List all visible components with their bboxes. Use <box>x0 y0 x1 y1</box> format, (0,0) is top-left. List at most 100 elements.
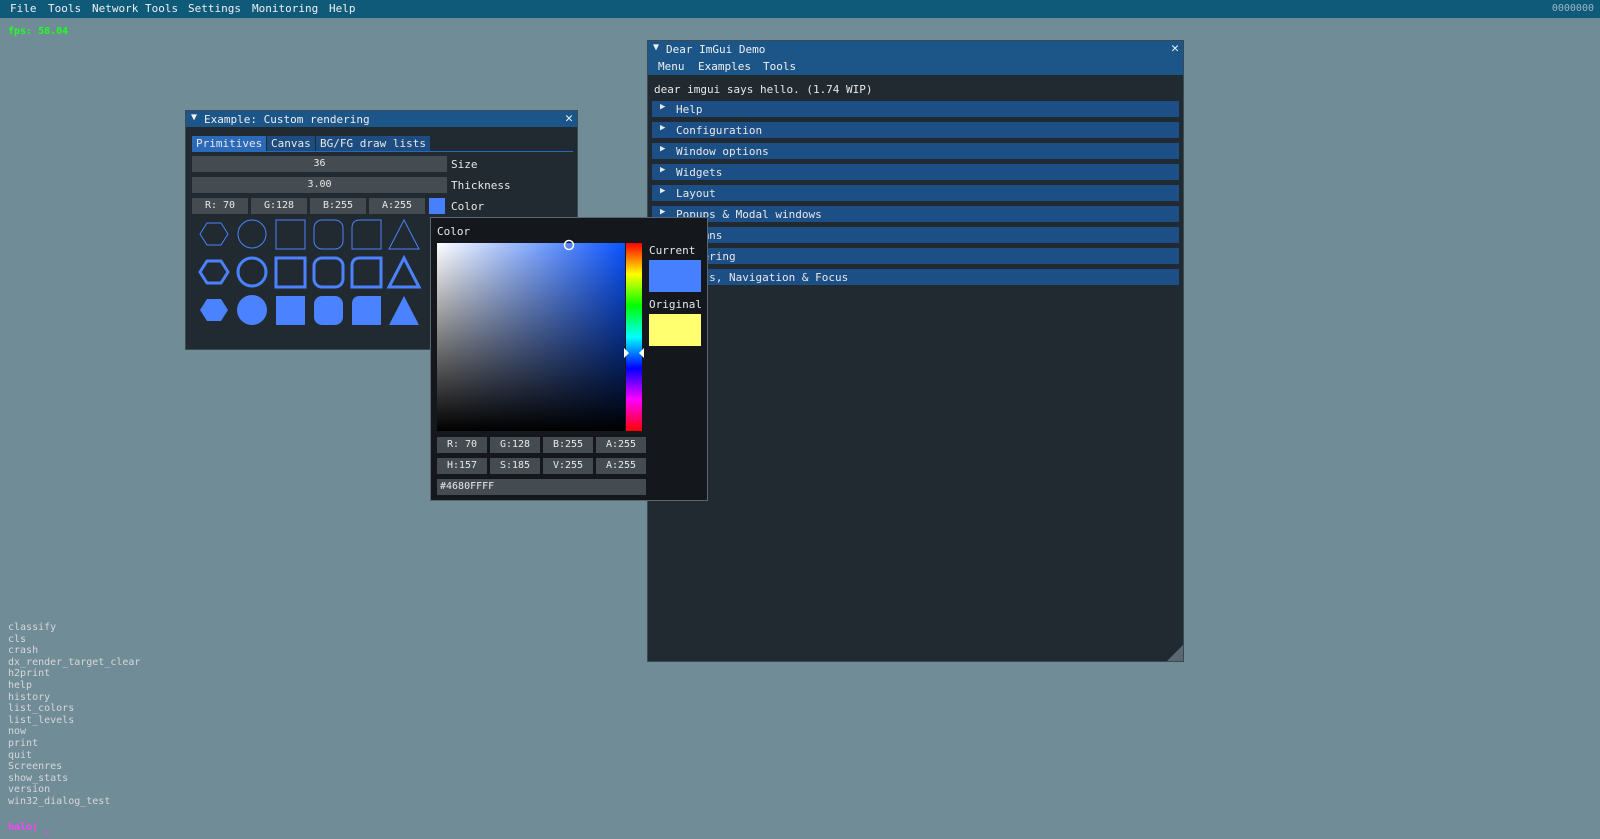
color-swatch[interactable] <box>429 198 445 214</box>
resize-grip-icon[interactable] <box>1167 645 1183 661</box>
tab-canvas[interactable]: Canvas <box>267 136 315 152</box>
popup-b-field[interactable]: B:255 <box>543 437 593 453</box>
hue-marker-icon[interactable] <box>624 348 644 358</box>
demo-menu-menu[interactable]: Menu <box>658 60 685 73</box>
header-inputs-navigation[interactable]: ▶Inputs, Navigation & Focus <box>652 269 1179 285</box>
popup-g-field[interactable]: G:128 <box>490 437 540 453</box>
close-icon[interactable]: ✕ <box>1171 41 1179 56</box>
collapse-triangle-icon[interactable]: ▼ <box>191 112 197 123</box>
hue-bar[interactable] <box>626 243 642 431</box>
demo-menu-tools[interactable]: Tools <box>763 60 796 73</box>
hexagon-shape <box>199 222 229 246</box>
popup-r-field[interactable]: R: 70 <box>437 437 487 453</box>
rounded-corner-shape <box>350 256 383 289</box>
menu-file[interactable]: File <box>10 2 37 15</box>
color-g-field[interactable]: G:128 <box>251 198 307 214</box>
popup-alpha-field[interactable]: A:255 <box>596 458 646 474</box>
header-layout[interactable]: ▶ Layout <box>652 185 1179 201</box>
console-line: dx_render_target_clear <box>8 656 141 668</box>
color-a-field[interactable]: A:255 <box>369 198 425 214</box>
original-color-swatch[interactable] <box>649 314 701 346</box>
hexagon-shape <box>198 259 230 285</box>
console-line: list_levels <box>8 714 75 726</box>
demo-titlebar[interactable]: ▼ Dear ImGui Demo ✕ <box>648 41 1183 57</box>
console-line: help <box>8 679 33 691</box>
circle-shape <box>237 219 267 249</box>
imgui-demo-window: ▼ Dear ImGui Demo ✕ Menu Examples Tools … <box>647 40 1184 662</box>
header-widgets[interactable]: ▶ Widgets <box>652 164 1179 180</box>
tab-bg-fg-draw-lists[interactable]: BG/FG draw lists <box>316 136 430 152</box>
collapse-triangle-icon[interactable]: ▼ <box>653 42 659 53</box>
popup-v-field[interactable]: V:255 <box>543 458 593 474</box>
color-r-field[interactable]: R: 70 <box>192 198 248 214</box>
console-line: history <box>8 691 51 703</box>
thickness-label: Thickness <box>451 179 511 192</box>
tab-primitives[interactable]: Primitives <box>192 136 267 152</box>
header-columns[interactable]: ▶Columns <box>652 227 1179 243</box>
custom-rendering-titlebar[interactable]: ▼ Example: Custom rendering ✕ <box>186 111 577 127</box>
menu-settings[interactable]: Settings <box>188 2 241 15</box>
header-label: Help <box>676 103 703 116</box>
chevron-right-icon: ▶ <box>660 144 666 154</box>
popup-h-field[interactable]: H:157 <box>437 458 487 474</box>
console-line: show_stats <box>8 772 69 784</box>
console-line: h2print <box>8 668 51 680</box>
popup-s-field[interactable]: S:185 <box>490 458 540 474</box>
sv-cursor-icon[interactable] <box>563 239 575 251</box>
header-label: Layout <box>676 187 716 200</box>
console-line: win32_dialog_test <box>8 795 111 807</box>
size-slider[interactable]: 36 <box>192 156 447 172</box>
console-line: version <box>8 784 51 796</box>
window-title: Example: Custom rendering <box>204 113 370 126</box>
console-line: list_colors <box>8 703 75 715</box>
square-shape <box>275 219 306 250</box>
demo-menu-examples[interactable]: Examples <box>698 60 751 73</box>
main-menubar: File Tools Network Tools Settings Monito… <box>0 0 1600 18</box>
triangle-shape <box>389 296 419 325</box>
saturation-value-square[interactable] <box>437 243 625 431</box>
chevron-right-icon: ▶ <box>660 102 666 112</box>
console-line: print <box>8 737 39 749</box>
header-filtering[interactable]: ▶Filtering <box>652 248 1179 264</box>
color-popup-title: Color <box>437 225 471 238</box>
console-line: crash <box>8 645 39 657</box>
hexagon-shape <box>200 299 228 321</box>
console-line: Screenres <box>8 761 63 773</box>
chevron-right-icon: ▶ <box>660 186 666 196</box>
color-b-field[interactable]: B:255 <box>310 198 366 214</box>
header-popups[interactable]: ▶ Popups & Modal windows <box>652 206 1179 222</box>
circle-shape <box>236 256 268 288</box>
fps-counter: fps: 58.04 <box>8 26 69 37</box>
console-line: cls <box>8 633 27 645</box>
header-label: Window options <box>676 145 769 158</box>
rounded-square-shape <box>312 256 345 289</box>
chevron-right-icon: ▶ <box>660 123 666 133</box>
original-label: Original <box>649 298 702 311</box>
menu-tools[interactable]: Tools <box>48 2 81 15</box>
thickness-slider[interactable]: 3.00 <box>192 177 447 193</box>
rounded-corner-shape <box>352 296 381 325</box>
header-configuration[interactable]: ▶ Configuration <box>652 122 1179 138</box>
window-title: Dear ImGui Demo <box>666 43 766 56</box>
popup-a-field[interactable]: A:255 <box>596 437 646 453</box>
menu-monitoring[interactable]: Monitoring <box>252 2 318 15</box>
primitives-canvas <box>198 219 422 325</box>
menu-help[interactable]: Help <box>329 2 356 15</box>
header-window-options[interactable]: ▶ Window options <box>652 143 1179 159</box>
color-picker-popup: Color Current Original R: 70 G:128 B:255… <box>430 217 708 501</box>
console-prompt-input[interactable]: halo( _ <box>8 822 50 833</box>
rounded-corner-shape <box>351 219 382 250</box>
close-icon[interactable]: ✕ <box>565 111 573 126</box>
console-output: classify cls crash dx_render_target_clea… <box>8 622 140 808</box>
hello-text: dear imgui says hello. (1.74 WIP) <box>654 83 873 96</box>
header-help[interactable]: ▶ Help <box>652 101 1179 117</box>
header-label: Widgets <box>676 166 723 179</box>
circle-shape <box>237 295 267 325</box>
header-label: Configuration <box>676 124 763 137</box>
chevron-right-icon: ▶ <box>660 165 666 175</box>
square-shape <box>276 296 305 325</box>
menu-network-tools[interactable]: Network Tools <box>92 2 178 15</box>
hex-input[interactable]: #4680FFFF <box>437 479 646 495</box>
color-label: Color <box>451 200 485 213</box>
current-label: Current <box>649 244 696 257</box>
